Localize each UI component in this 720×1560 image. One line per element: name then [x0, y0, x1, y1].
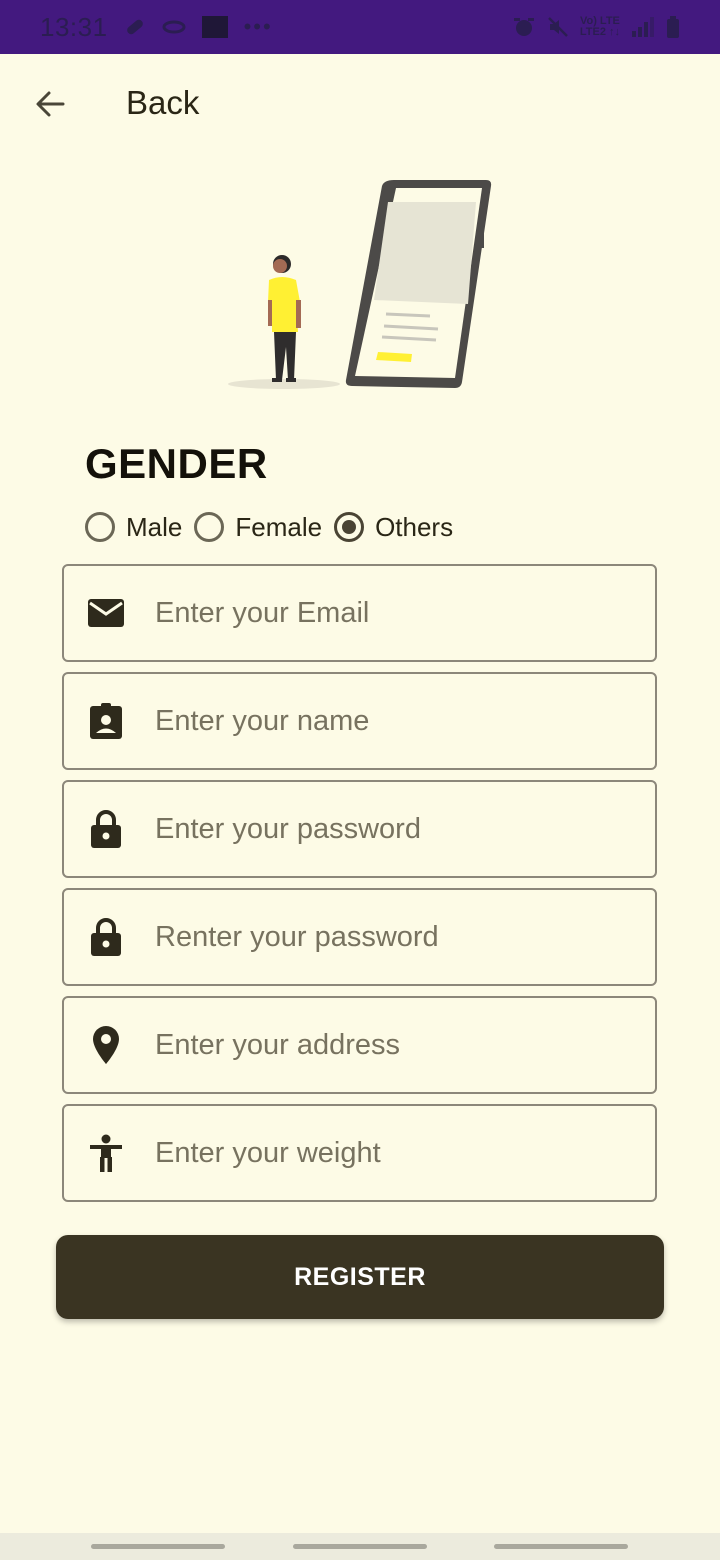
name-field[interactable]: Enter your name: [62, 672, 657, 770]
status-system-icons: Vo) LTE LTE2 ↑↓: [512, 15, 680, 39]
radio-unchecked-icon: [85, 512, 115, 542]
weight-placeholder: Enter your weight: [155, 1136, 381, 1169]
radio-checked-icon: [334, 512, 365, 542]
signup-illustration: [228, 180, 492, 389]
mute-icon: [547, 17, 568, 37]
password-field[interactable]: Enter your password: [62, 780, 657, 878]
badge-icon: [86, 701, 126, 741]
email-placeholder: Enter your Email: [155, 596, 370, 629]
network-type: Vo) LTE LTE2 ↑↓: [579, 15, 620, 38]
app-bar: Back: [0, 54, 720, 154]
radio-label: Male: [126, 511, 183, 542]
lock-icon: [86, 917, 126, 957]
address-placeholder: Enter your address: [155, 1028, 401, 1061]
nav-back-button[interactable]: [494, 1544, 628, 1549]
radio-others[interactable]: Others: [334, 512, 453, 543]
pill-icon: [126, 19, 143, 35]
back-button[interactable]: [30, 84, 70, 124]
email-icon: [86, 593, 126, 633]
alarm-icon: [513, 18, 534, 36]
address-field[interactable]: Enter your address: [62, 996, 657, 1094]
app-notification-icon: [201, 16, 228, 38]
register-button[interactable]: REGISTER: [56, 1235, 664, 1319]
confirm-password-placeholder: Renter your password: [155, 920, 439, 953]
signal-icon: [632, 17, 654, 37]
location-pin-icon: [86, 1025, 126, 1065]
name-placeholder: Enter your name: [155, 704, 370, 737]
lock-icon: [86, 809, 126, 849]
radio-female[interactable]: Female: [194, 512, 322, 543]
radio-unchecked-icon: [194, 512, 225, 542]
radio-male[interactable]: Male: [85, 512, 182, 543]
radio-label: Others: [375, 511, 454, 542]
confirm-password-field[interactable]: Renter your password: [62, 888, 657, 986]
nav-home-button[interactable]: [293, 1544, 427, 1549]
password-placeholder: Enter your password: [155, 812, 421, 845]
email-field[interactable]: Enter your Email: [62, 564, 657, 662]
system-nav-bar: [0, 1533, 720, 1560]
accessibility-icon: [86, 1133, 126, 1173]
status-bar: 13:31 ••• Vo) LTE LTE2 ↑↓: [0, 0, 720, 54]
link-icon: [162, 20, 186, 34]
radio-label: Female: [235, 511, 323, 542]
more-notifications-icon: •••: [243, 14, 273, 39]
status-time: 13:31: [40, 11, 108, 42]
gender-radio-group: Male Female Others: [85, 508, 465, 546]
status-notification-icons: •••: [124, 14, 273, 40]
gender-heading: GENDER: [85, 440, 268, 487]
app-bar-title: Back: [126, 84, 200, 121]
weight-field[interactable]: Enter your weight: [62, 1104, 657, 1202]
battery-icon: [667, 16, 679, 38]
arrow-back-icon: [36, 91, 65, 117]
nav-recents-button[interactable]: [91, 1544, 225, 1549]
